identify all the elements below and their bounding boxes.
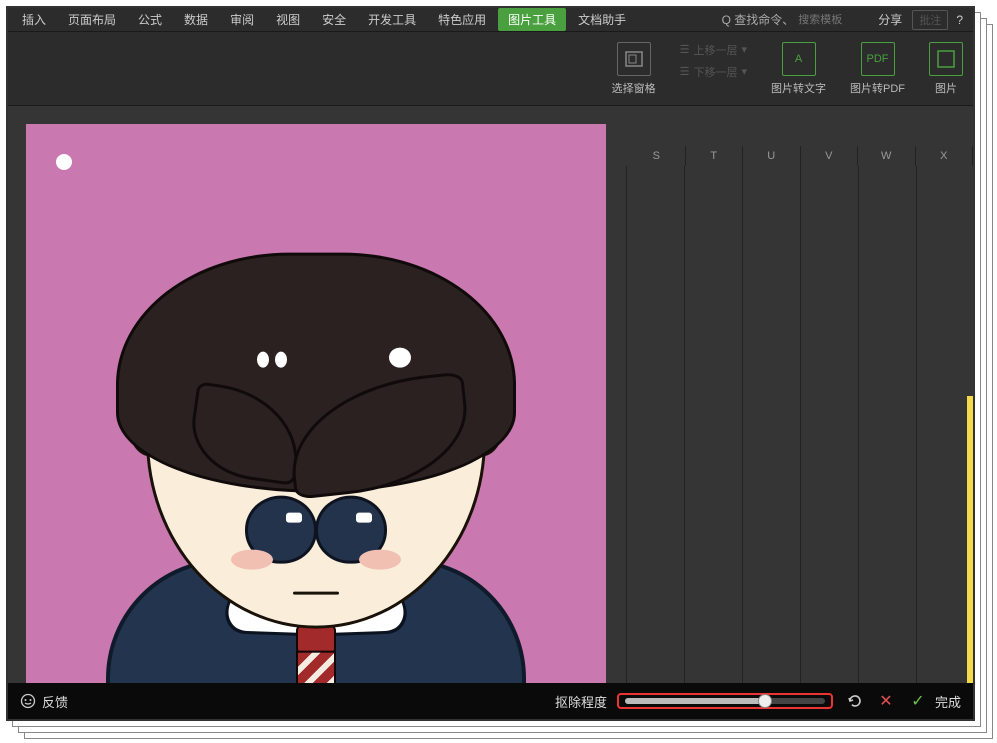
feedback-label: 反馈 xyxy=(42,692,68,711)
menu-data[interactable]: 数据 xyxy=(174,8,218,31)
handle-dot[interactable] xyxy=(56,154,72,170)
menu-dev-tools[interactable]: 开发工具 xyxy=(358,8,426,31)
feedback-button[interactable]: 反馈 xyxy=(20,692,68,711)
up-icon: ☰ xyxy=(680,43,690,56)
img-to-text-label: 图片转文字 xyxy=(771,80,826,96)
send-backward: ☰ 下移一层▾ xyxy=(680,64,747,80)
removal-degree-slider[interactable] xyxy=(625,698,825,704)
menu-page-layout[interactable]: 页面布局 xyxy=(58,8,126,31)
share-button[interactable]: 分享 xyxy=(870,8,910,31)
search-input[interactable] xyxy=(798,14,868,26)
img-more-button[interactable]: 图片 xyxy=(929,42,963,96)
menu-doc-helper[interactable]: 文档助手 xyxy=(568,8,636,31)
col-header[interactable]: W xyxy=(858,146,916,166)
img-more-icon xyxy=(929,42,963,76)
select-pane-button[interactable]: 选择窗格 xyxy=(612,42,656,96)
menu-review[interactable]: 审阅 xyxy=(220,8,264,31)
done-label: 完成 xyxy=(935,692,961,711)
col-header[interactable]: T xyxy=(686,146,744,166)
undo-button[interactable] xyxy=(843,690,865,712)
slider-fill xyxy=(625,698,765,704)
spreadsheet-grid xyxy=(626,166,973,683)
search-prefix: Q 查找命令、 xyxy=(722,11,795,28)
editor-canvas-area: S T U V W X xyxy=(8,106,973,683)
down-icon: ☰ xyxy=(680,65,690,78)
bring-forward: ☰ 上移一层▾ xyxy=(680,42,747,58)
cancel-button[interactable]: ✕ xyxy=(875,690,897,712)
menu-security[interactable]: 安全 xyxy=(312,8,356,31)
col-header[interactable]: S xyxy=(628,146,686,166)
column-headers: S T U V W X xyxy=(628,146,973,166)
layer-order-group: ☰ 上移一层▾ ☰ 下移一层▾ xyxy=(680,42,747,96)
col-header[interactable]: V xyxy=(801,146,859,166)
selection-edge-marker xyxy=(967,396,973,683)
menu-insert[interactable]: 插入 xyxy=(12,8,56,31)
feedback-icon xyxy=(20,693,36,709)
img-to-pdf-button[interactable]: PDF 图片转PDF xyxy=(850,42,905,96)
bottom-bar: 反馈 抠除程度 ✕ ✓ 完成 xyxy=(8,683,973,719)
img-to-text-icon: A xyxy=(782,42,816,76)
stacked-paper-frame: 插入 页面布局 公式 数据 审阅 视图 安全 开发工具 特色应用 图片工具 文档… xyxy=(0,0,997,743)
select-pane-label: 选择窗格 xyxy=(612,80,656,96)
select-pane-icon xyxy=(617,42,651,76)
app-window: 插入 页面布局 公式 数据 审阅 视图 安全 开发工具 特色应用 图片工具 文档… xyxy=(8,8,973,719)
img-to-text-button[interactable]: A 图片转文字 xyxy=(771,42,826,96)
image-being-edited[interactable] xyxy=(26,124,606,683)
menu-special-apps[interactable]: 特色应用 xyxy=(428,8,496,31)
img-to-pdf-label: 图片转PDF xyxy=(850,80,905,96)
col-header[interactable]: X xyxy=(916,146,974,166)
img-more-label: 图片 xyxy=(935,80,957,96)
slider-knob[interactable] xyxy=(758,694,772,708)
cartoon-avatar xyxy=(101,219,531,683)
menu-view[interactable]: 视图 xyxy=(266,8,310,31)
help-button[interactable]: ? xyxy=(950,13,969,27)
confirm-button[interactable]: ✓ xyxy=(907,690,929,712)
col-header[interactable]: U xyxy=(743,146,801,166)
comment-disabled: 批注 xyxy=(912,10,948,30)
menu-picture-tools[interactable]: 图片工具 xyxy=(498,8,566,31)
command-search[interactable]: Q 查找命令、 xyxy=(722,11,869,28)
removal-degree-highlight xyxy=(617,693,833,709)
img-to-pdf-icon: PDF xyxy=(861,42,895,76)
menu-formula[interactable]: 公式 xyxy=(128,8,172,31)
ribbon-menu: 插入 页面布局 公式 数据 审阅 视图 安全 开发工具 特色应用 图片工具 文档… xyxy=(8,8,973,32)
removal-degree-label: 抠除程度 xyxy=(555,692,607,711)
ribbon-toolbar: 选择窗格 ☰ 上移一层▾ ☰ 下移一层▾ A 图 xyxy=(8,32,973,106)
